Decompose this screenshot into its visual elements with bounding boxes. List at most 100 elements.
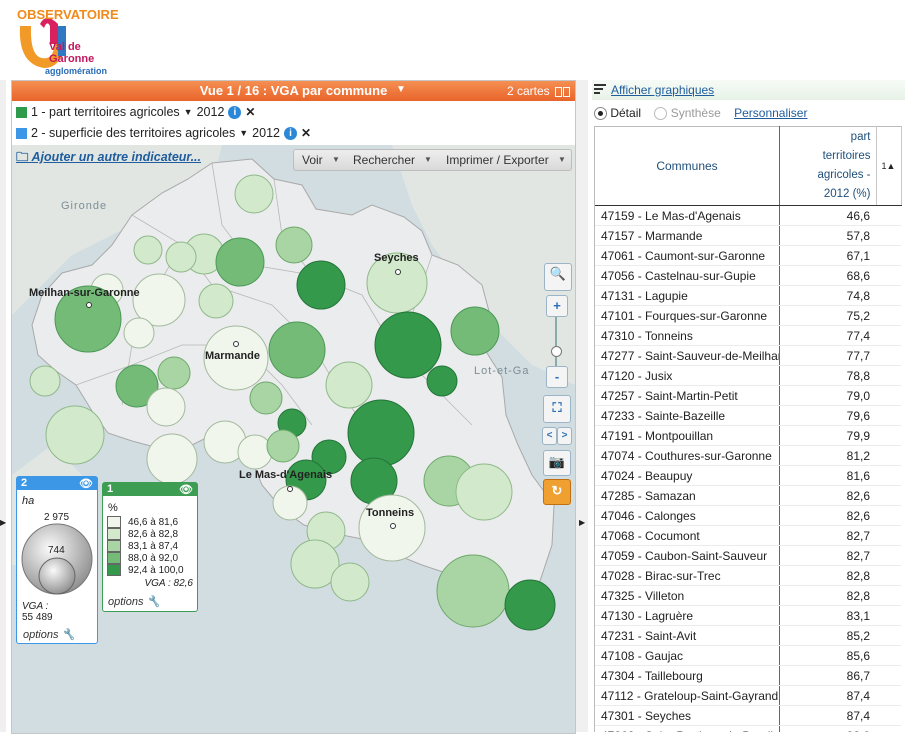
- table-row[interactable]: 47059 - Caubon-Saint-Sauveur 82,7: [595, 545, 901, 566]
- commune-name-cell[interactable]: 47262 - Saint-Pardoux-du-Breuil: [595, 725, 780, 732]
- add-indicator-link[interactable]: 🗀 Ajouter un autre indicateur...: [16, 148, 201, 169]
- year-caret-icon[interactable]: ▼: [239, 128, 248, 138]
- table-row[interactable]: 47130 - Lagruère 83,1: [595, 605, 901, 626]
- commune-name-cell[interactable]: 47056 - Castelnau-sur-Gupie: [595, 265, 780, 286]
- right-collapse-strip[interactable]: ▶: [576, 80, 588, 732]
- table-row[interactable]: 47112 - Grateloup-Saint-Gayrand 87,4: [595, 685, 901, 706]
- commune-name-cell[interactable]: 47233 - Sainte-Bazeille: [595, 405, 780, 426]
- bar-chart-icon[interactable]: [594, 84, 606, 96]
- commune-circle[interactable]: [436, 554, 510, 628]
- map-svg[interactable]: [12, 145, 575, 733]
- remove-indicator-icon[interactable]: ✕: [245, 105, 255, 119]
- table-row[interactable]: 47159 - Le Mas-d'Agenais 46,6: [595, 205, 901, 226]
- commune-name-cell[interactable]: 47059 - Caubon-Saint-Sauveur: [595, 545, 780, 566]
- zoom-select-icon[interactable]: 🔍: [544, 263, 572, 291]
- table-row[interactable]: 47285 - Samazan 82,6: [595, 485, 901, 506]
- zoom-in-button[interactable]: +: [546, 295, 568, 317]
- table-row[interactable]: 47074 - Couthures-sur-Garonne 81,2: [595, 445, 901, 466]
- commune-circle[interactable]: [426, 365, 458, 397]
- commune-circle[interactable]: [165, 241, 197, 273]
- commune-name-cell[interactable]: 47068 - Cocumont: [595, 525, 780, 546]
- table-row[interactable]: 47108 - Gaujac 85,6: [595, 645, 901, 666]
- commune-name-cell[interactable]: 47231 - Saint-Avit: [595, 625, 780, 646]
- indicator-2-year[interactable]: 2012: [252, 126, 280, 140]
- commune-circle[interactable]: [330, 562, 370, 602]
- table-row[interactable]: 47028 - Birac-sur-Trec 82,8: [595, 565, 901, 586]
- previous-button[interactable]: <: [542, 427, 557, 445]
- commune-name-cell[interactable]: 47304 - Taillebourg: [595, 665, 780, 686]
- add-indicator-label[interactable]: Ajouter un autre indicateur...: [32, 150, 201, 164]
- commune-circle[interactable]: [325, 361, 373, 409]
- commune-circle[interactable]: [450, 306, 500, 356]
- commune-name-cell[interactable]: 47130 - Lagruère: [595, 605, 780, 626]
- eye-icon[interactable]: 👁: [79, 477, 93, 490]
- eye-icon[interactable]: 👁: [179, 483, 193, 496]
- zoom-out-button[interactable]: -: [546, 366, 568, 388]
- next-button[interactable]: >: [557, 427, 572, 445]
- commune-name-cell[interactable]: 47157 - Marmande: [595, 225, 780, 246]
- commune-circle[interactable]: [157, 356, 191, 390]
- commune-circle[interactable]: [29, 365, 61, 397]
- data-table-wrapper[interactable]: Communes part territoires agricoles - 20…: [594, 126, 905, 732]
- commune-circle[interactable]: [123, 317, 155, 349]
- table-row[interactable]: 47157 - Marmande 57,8: [595, 225, 901, 246]
- commune-circle[interactable]: [133, 235, 163, 265]
- map-canvas[interactable]: Gironde Lot-et-Ga Seyches Meilhan-sur-Ga…: [12, 145, 575, 733]
- table-row[interactable]: 47325 - Villeton 82,8: [595, 585, 901, 606]
- table-row[interactable]: 47257 - Saint-Martin-Petit 79,0: [595, 385, 901, 406]
- table-row[interactable]: 47068 - Cocumont 82,7: [595, 525, 901, 546]
- commune-circle[interactable]: [237, 434, 273, 470]
- table-row[interactable]: 47231 - Saint-Avit 85,2: [595, 625, 901, 646]
- commune-circle[interactable]: [45, 405, 105, 465]
- wrench-icon[interactable]: 🔧: [147, 596, 161, 608]
- table-row[interactable]: 47024 - Beaupuy 81,6: [595, 465, 901, 486]
- commune-circle[interactable]: [266, 429, 300, 463]
- collapse-arrow-icon[interactable]: ▶: [0, 518, 6, 527]
- commune-circle[interactable]: [198, 283, 234, 319]
- exporter-menu[interactable]: Imprimer / Exporter: [446, 153, 549, 167]
- table-row[interactable]: 47304 - Taillebourg 86,7: [595, 665, 901, 686]
- commune-name-cell[interactable]: 47120 - Jusix: [595, 365, 780, 386]
- commune-name-cell[interactable]: 47131 - Lagupie: [595, 285, 780, 306]
- commune-circle[interactable]: [268, 321, 326, 379]
- table-row[interactable]: 47056 - Castelnau-sur-Gupie 68,6: [595, 265, 901, 286]
- commune-name-cell[interactable]: 47108 - Gaujac: [595, 645, 780, 666]
- options-label[interactable]: options: [23, 629, 58, 641]
- commune-name-cell[interactable]: 47285 - Samazan: [595, 485, 780, 506]
- personnaliser-link[interactable]: Personnaliser: [734, 106, 807, 120]
- commune-circle[interactable]: [504, 579, 556, 631]
- commune-circle[interactable]: [146, 433, 198, 485]
- zoom-slider-handle[interactable]: [551, 346, 562, 357]
- commune-name-cell[interactable]: 47191 - Montpouillan: [595, 425, 780, 446]
- commune-name-cell[interactable]: 47159 - Le Mas-d'Agenais: [595, 205, 780, 226]
- column-header-value[interactable]: part territoires agricoles - 2012 (%): [779, 126, 877, 206]
- commune-circle[interactable]: [347, 399, 415, 467]
- chevron-down-icon[interactable]: ▼: [332, 155, 340, 164]
- two-maps-icon[interactable]: [555, 87, 562, 97]
- synthese-label[interactable]: Synthèse: [671, 106, 721, 120]
- chevron-down-icon[interactable]: ▼: [558, 155, 566, 164]
- commune-name-cell[interactable]: 47101 - Fourques-sur-Garonne: [595, 305, 780, 326]
- commune-name-cell[interactable]: 47024 - Beaupuy: [595, 465, 780, 486]
- maps-count[interactable]: 2 cartes: [507, 84, 550, 98]
- info-icon[interactable]: i: [228, 105, 242, 119]
- remove-indicator-icon[interactable]: ✕: [301, 126, 311, 140]
- table-row[interactable]: 47061 - Caumont-sur-Garonne 67,1: [595, 245, 901, 266]
- commune-circle[interactable]: [455, 463, 513, 521]
- chevron-down-icon[interactable]: ▼: [424, 155, 432, 164]
- indicator-1-year[interactable]: 2012: [197, 105, 225, 119]
- table-row[interactable]: 47191 - Montpouillan 79,9: [595, 425, 901, 446]
- table-row[interactable]: 47310 - Tonneins 77,4: [595, 325, 901, 346]
- commune-name-cell[interactable]: 47112 - Grateloup-Saint-Gayrand: [595, 685, 780, 706]
- commune-name-cell[interactable]: 47046 - Calonges: [595, 505, 780, 526]
- wrench-icon[interactable]: 🔧: [62, 629, 76, 641]
- camera-icon[interactable]: 📷: [543, 450, 571, 476]
- loop-icon[interactable]: ↻: [543, 479, 571, 505]
- collapse-arrow-icon[interactable]: ▶: [579, 518, 585, 527]
- zoom-slider-track[interactable]: [555, 317, 557, 369]
- show-charts-link[interactable]: Afficher graphiques: [611, 83, 714, 97]
- commune-circle[interactable]: [234, 174, 274, 214]
- commune-circle[interactable]: [215, 237, 265, 287]
- table-row[interactable]: 47120 - Jusix 78,8: [595, 365, 901, 386]
- view-title-bar[interactable]: Vue 1 / 16 : VGA par commune ▼ 2 cartes: [12, 81, 575, 101]
